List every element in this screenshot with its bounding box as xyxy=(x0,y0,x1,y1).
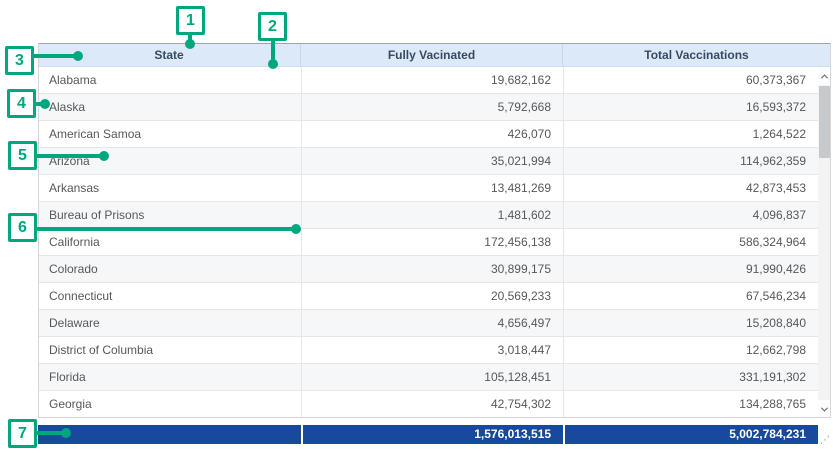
fully-vaccinated-cell: 19,682,162 xyxy=(301,67,563,93)
table-row[interactable]: Alabama 19,682,162 60,373,367 xyxy=(38,67,818,94)
table-row[interactable]: American Samoa 426,070 1,264,522 xyxy=(38,121,818,148)
table-body: Alabama 19,682,162 60,373,367 Alaska 5,7… xyxy=(38,67,818,418)
total-vaccinations-cell: 4,096,837 xyxy=(563,202,818,228)
table-row[interactable]: Florida 105,128,451 331,191,302 xyxy=(38,364,818,391)
fully-vaccinated-cell: 13,481,269 xyxy=(301,175,563,201)
total-vaccinations-cell: 134,288,765 xyxy=(563,391,818,417)
state-cell: Arkansas xyxy=(38,175,301,201)
state-cell: Arizona xyxy=(38,148,301,174)
state-cell: Connecticut xyxy=(38,283,301,309)
fully-vaccinated-cell: 42,754,302 xyxy=(301,391,563,417)
state-cell: Georgia xyxy=(38,391,301,417)
total-vaccinations-cell: 16,593,372 xyxy=(563,94,818,120)
total-vaccinations-cell: 114,962,359 xyxy=(563,148,818,174)
state-cell: California xyxy=(38,229,301,255)
total-vaccinations-cell: 12,662,798 xyxy=(563,337,818,363)
fully-vaccinated-cell: 3,018,447 xyxy=(301,337,563,363)
totals-total-vaccinations-cell: 5,002,784,231 xyxy=(563,425,818,444)
resize-grip-icon[interactable]: ⋰ xyxy=(820,436,830,446)
fully-vaccinated-cell: 30,899,175 xyxy=(301,256,563,282)
table-row[interactable]: California 172,456,138 586,324,964 xyxy=(38,229,818,256)
chevron-down-icon xyxy=(821,404,828,411)
total-vaccinations-cell: 586,324,964 xyxy=(563,229,818,255)
callout-6-dot xyxy=(291,224,301,234)
total-vaccinations-cell: 42,873,453 xyxy=(563,175,818,201)
callout-2-dot xyxy=(268,59,278,69)
fully-vaccinated-cell: 20,569,233 xyxy=(301,283,563,309)
vertical-scrollbar[interactable] xyxy=(818,67,831,418)
total-vaccinations-cell: 331,191,302 xyxy=(563,364,818,390)
state-cell: District of Columbia xyxy=(38,337,301,363)
callout-3-connector xyxy=(32,54,79,58)
table-row[interactable]: Georgia 42,754,302 134,288,765 xyxy=(38,391,818,418)
table-row[interactable]: Delaware 4,656,497 15,208,840 xyxy=(38,310,818,337)
state-cell: Alabama xyxy=(38,67,301,93)
table-row[interactable]: District of Columbia 3,018,447 12,662,79… xyxy=(38,337,818,364)
state-cell: Colorado xyxy=(38,256,301,282)
callout-4-dot xyxy=(40,99,50,109)
fully-vaccinated-cell: 105,128,451 xyxy=(301,364,563,390)
total-vaccinations-cell: 1,264,522 xyxy=(563,121,818,147)
fully-vaccinated-cell: 426,070 xyxy=(301,121,563,147)
totals-state-cell xyxy=(38,425,301,444)
state-cell: Delaware xyxy=(38,310,301,336)
column-divider xyxy=(301,67,302,418)
column-divider xyxy=(563,67,564,418)
totals-fully-vaccinated-cell: 1,576,013,515 xyxy=(301,425,563,444)
screenshot-canvas: State Fully Vacinated Total Vaccinations… xyxy=(0,0,833,453)
table-row[interactable]: Alaska 5,792,668 16,593,372 xyxy=(38,94,818,121)
fully-vaccinated-cell: 5,792,668 xyxy=(301,94,563,120)
scroll-up-button[interactable] xyxy=(818,67,831,85)
total-vaccinations-cell: 60,373,367 xyxy=(563,67,818,93)
fully-vaccinated-cell: 1,481,602 xyxy=(301,202,563,228)
state-cell: American Samoa xyxy=(38,121,301,147)
table-row[interactable]: Arkansas 13,481,269 42,873,453 xyxy=(38,175,818,202)
callout-5-dot xyxy=(99,151,109,161)
callout-5-marker: 5 xyxy=(8,141,37,170)
callout-2-marker: 2 xyxy=(258,12,287,41)
state-cell: Bureau of Prisons xyxy=(38,202,301,228)
totals-row: 1,576,013,515 5,002,784,231 xyxy=(38,425,818,444)
callout-4-marker: 4 xyxy=(7,89,36,118)
table-row[interactable]: Arizona 35,021,994 114,962,359 xyxy=(38,148,818,175)
fully-vaccinated-cell: 35,021,994 xyxy=(301,148,563,174)
callout-3-marker: 3 xyxy=(5,46,34,75)
state-cell: Alaska xyxy=(38,94,301,120)
callout-7-marker: 7 xyxy=(8,419,37,448)
table-header-row: State Fully Vacinated Total Vaccinations xyxy=(38,43,831,67)
callout-3-dot xyxy=(73,51,83,61)
chevron-up-icon xyxy=(821,74,828,81)
column-header-total-vaccinations[interactable]: Total Vaccinations xyxy=(563,44,830,66)
table-row[interactable]: Colorado 30,899,175 91,990,426 xyxy=(38,256,818,283)
table-row[interactable]: Connecticut 20,569,233 67,546,234 xyxy=(38,283,818,310)
column-header-fully-vaccinated[interactable]: Fully Vacinated xyxy=(301,44,563,66)
table-row[interactable]: Bureau of Prisons 1,481,602 4,096,837 xyxy=(38,202,818,229)
scrollbar-thumb[interactable] xyxy=(819,86,830,158)
callout-5-connector xyxy=(35,154,103,158)
total-vaccinations-cell: 91,990,426 xyxy=(563,256,818,282)
callout-6-marker: 6 xyxy=(8,213,37,242)
total-vaccinations-cell: 15,208,840 xyxy=(563,310,818,336)
state-cell: Florida xyxy=(38,364,301,390)
scroll-down-button[interactable] xyxy=(818,400,831,418)
callout-7-dot xyxy=(61,428,71,438)
callout-1-marker: 1 xyxy=(176,6,205,35)
total-vaccinations-cell: 67,546,234 xyxy=(563,283,818,309)
fully-vaccinated-cell: 4,656,497 xyxy=(301,310,563,336)
callout-1-dot xyxy=(185,39,195,49)
fully-vaccinated-cell: 172,456,138 xyxy=(301,229,563,255)
callout-6-connector xyxy=(35,227,295,231)
